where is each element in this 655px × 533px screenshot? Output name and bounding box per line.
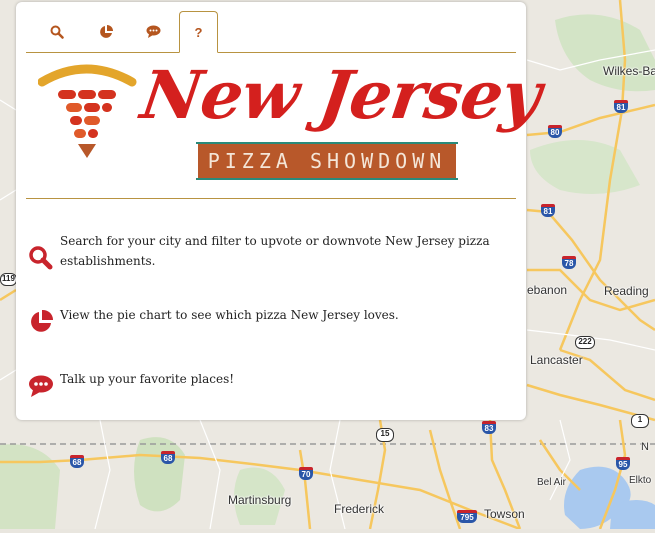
comment-icon <box>146 25 161 38</box>
help-tab-label: ? <box>194 24 203 40</box>
tab-comments[interactable] <box>134 11 173 52</box>
info-panel: ? New Jersey PIZZA SHOWDOWN Search for y… <box>16 2 545 420</box>
divider <box>26 198 516 199</box>
comment-icon <box>29 375 53 397</box>
map-label-elkton: Elkto <box>629 475 652 486</box>
pie-chart-icon <box>99 24 113 38</box>
help-text-comments: Talk up your favorite places! <box>60 372 235 386</box>
help-text-chart: View the pie chart to see which pizza Ne… <box>60 308 399 322</box>
highway-shield-i80: 80 <box>548 125 562 138</box>
highway-shield-i83: 83 <box>482 421 496 434</box>
map-label-wilkes-barre: Wilkes-Bar <box>603 64 655 78</box>
tab-help[interactable]: ? <box>179 11 218 53</box>
tab-bar: ? <box>26 2 516 53</box>
highway-shield-us1: 1 <box>631 414 649 428</box>
map-label-towson: Towson <box>484 507 525 521</box>
highway-shield-i81: 81 <box>614 100 628 113</box>
map-label-north-marker: N <box>641 441 649 453</box>
highway-shield-us15: 15 <box>376 428 394 442</box>
logo: New Jersey PIZZA SHOWDOWN <box>38 56 545 187</box>
highway-shield-us222: 222 <box>575 336 595 349</box>
map-label-reading: Reading <box>604 284 649 298</box>
map-label-bel-air: Bel Air <box>537 477 566 488</box>
search-icon <box>29 246 53 270</box>
highway-shield-i68-b: 68 <box>161 451 175 464</box>
help-text-search: Search for your city and filter to upvot… <box>60 234 490 268</box>
map-label-frederick: Frederick <box>334 502 385 516</box>
highway-shield-119: 119 <box>0 273 17 286</box>
highway-shield-i81-mid: 81 <box>541 204 555 217</box>
pizza-slice-wifi-icon <box>38 64 137 158</box>
tab-search[interactable] <box>37 11 76 52</box>
search-icon <box>50 25 64 39</box>
logo-subtitle: PIZZA SHOWDOWN <box>198 144 456 178</box>
highway-shield-i795: 795 <box>457 510 477 523</box>
highway-shield-i70: 70 <box>299 467 313 480</box>
map-label-martinsburg: Martinsburg <box>228 493 292 507</box>
highway-shield-i78: 78 <box>562 256 576 269</box>
map-label-lancaster: Lancaster <box>530 353 583 367</box>
pie-chart-icon <box>31 309 54 332</box>
tab-chart[interactable] <box>86 11 125 52</box>
highway-shield-i95: 95 <box>616 457 630 470</box>
map-label-lebanon: ebanon <box>527 283 568 297</box>
highway-shield-i68: 68 <box>70 455 84 468</box>
logo-title: New Jersey <box>136 56 546 134</box>
